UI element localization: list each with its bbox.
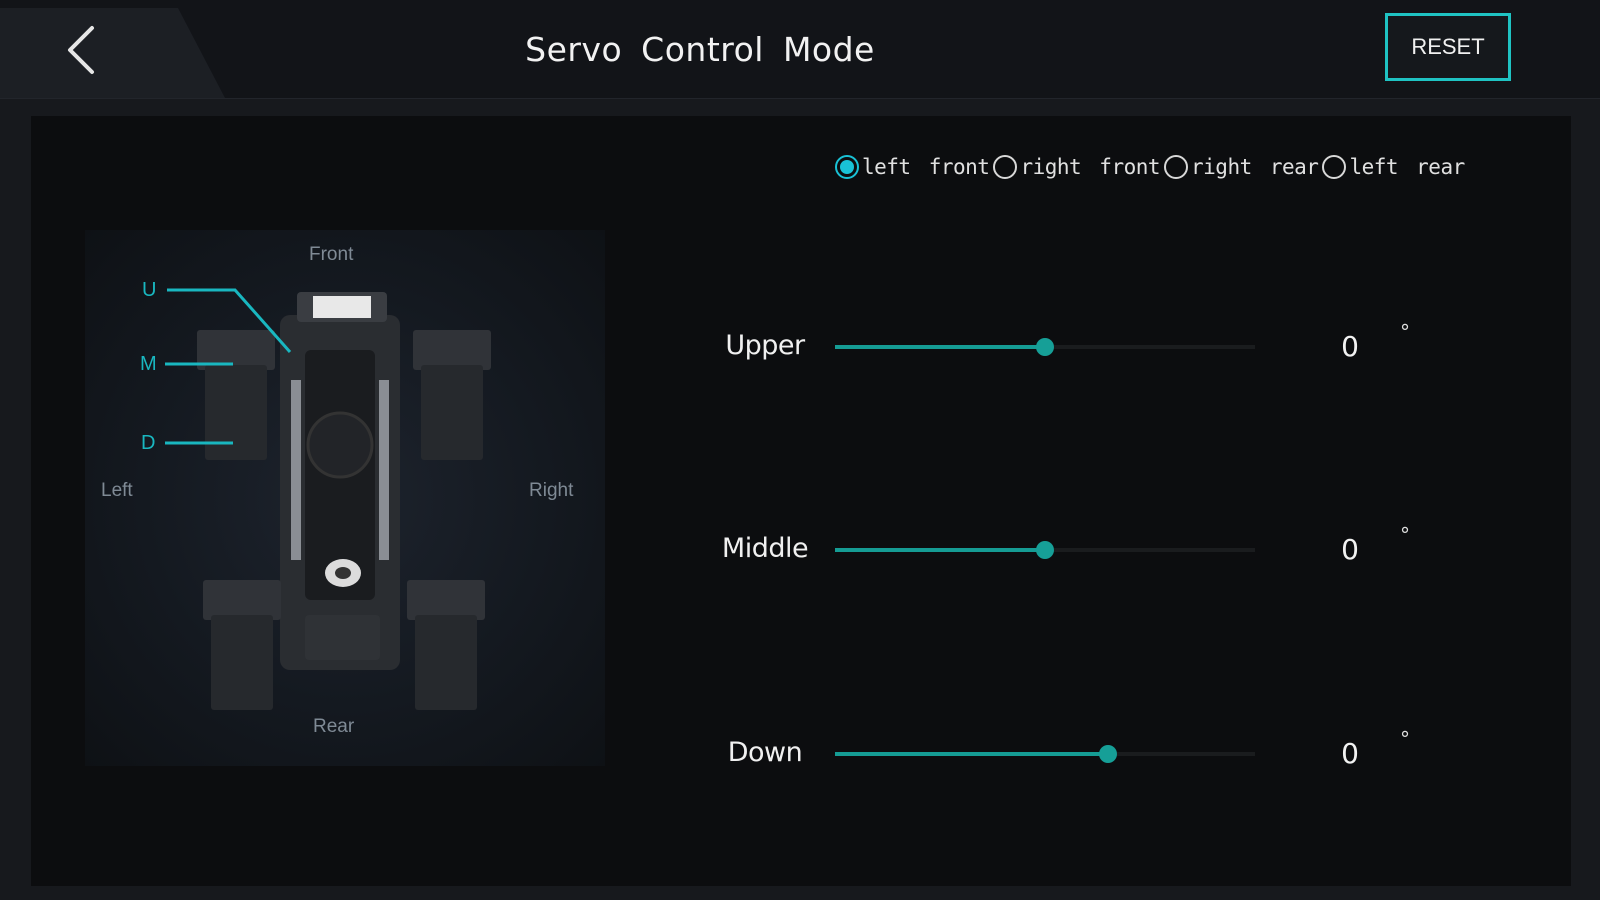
leg-selector: left front right front right rear left r… — [835, 150, 1469, 184]
slider-fill — [835, 345, 1045, 349]
servo-value: 0 — [1341, 737, 1359, 770]
radio-button[interactable] — [993, 155, 1018, 179]
leg-option-label: left front — [862, 155, 990, 179]
leg-option-label: right front — [1020, 155, 1161, 179]
servo-label: Upper — [725, 330, 805, 361]
robot-diagram: Front Rear Left Right U M D — [85, 230, 605, 766]
joint-label-upper: U — [142, 279, 157, 301]
servo-label: Middle — [721, 533, 809, 564]
radio-button[interactable] — [835, 155, 859, 179]
front-label: Front — [309, 244, 354, 265]
servo-label: Down — [727, 737, 803, 768]
top-bar: Servo Control Mode RESET — [0, 0, 1600, 99]
servo-row-upper: Upper 0 ° — [700, 318, 1460, 378]
radio-button[interactable] — [1164, 155, 1189, 179]
left-label: Left — [101, 480, 133, 501]
right-label: Right — [529, 480, 574, 501]
servo-row-down: Down 0 ° — [700, 725, 1460, 785]
leg-option-left-front[interactable]: left front — [835, 155, 990, 179]
rear-label: Rear — [313, 716, 355, 737]
leg-option-right-rear[interactable]: right rear — [1164, 155, 1319, 179]
back-tab-background — [0, 8, 225, 98]
slider-fill — [835, 548, 1045, 552]
chevron-left-icon — [68, 26, 94, 74]
joint-label-down: D — [141, 432, 156, 454]
middle-slider-track[interactable] — [835, 541, 1255, 559]
leg-option-label: right rear — [1191, 155, 1319, 179]
radio-button[interactable] — [1322, 155, 1347, 179]
upper-slider-track[interactable] — [835, 338, 1255, 356]
back-button[interactable] — [52, 22, 108, 78]
slider-fill — [835, 752, 1108, 756]
servo-value: 0 — [1341, 330, 1359, 363]
degree-unit: ° — [1400, 523, 1410, 547]
slider-thumb[interactable] — [1036, 541, 1054, 559]
servo-value: 0 — [1341, 533, 1359, 566]
leg-option-left-rear[interactable]: left rear — [1322, 155, 1465, 179]
servo-row-middle: Middle 0 ° — [700, 521, 1460, 581]
reset-button[interactable]: RESET — [1385, 13, 1511, 81]
leg-option-label: left rear — [1349, 155, 1465, 179]
page-title: Servo Control Mode — [525, 30, 875, 69]
slider-thumb[interactable] — [1036, 338, 1054, 356]
down-slider-track[interactable] — [835, 745, 1255, 763]
joint-label-middle: M — [140, 353, 157, 375]
leg-option-right-front[interactable]: right front — [993, 155, 1161, 179]
slider-thumb[interactable] — [1099, 745, 1117, 763]
robot-top-view-image — [165, 288, 491, 710]
degree-unit: ° — [1400, 320, 1410, 344]
degree-unit: ° — [1400, 727, 1410, 751]
